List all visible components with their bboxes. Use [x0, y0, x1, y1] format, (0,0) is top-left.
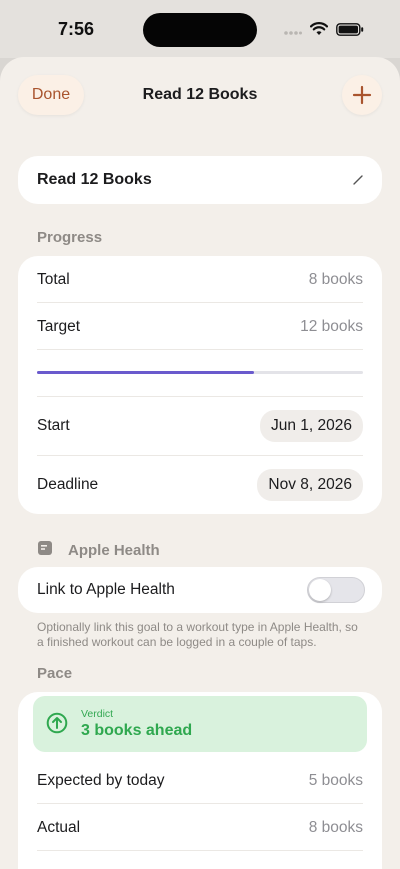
progress-card: Total 8 books Target 12 books Start Jun … — [18, 256, 382, 514]
arrow-up-circle-icon — [46, 712, 68, 739]
health-section-label: Apple Health — [68, 542, 160, 559]
actual-row: Actual 8 books — [37, 804, 363, 851]
total-row: Total 8 books — [37, 256, 363, 303]
add-button[interactable] — [342, 75, 382, 115]
nav-title: Read 12 Books — [142, 86, 258, 103]
progress-bar-fill — [37, 371, 255, 374]
expected-value: 5 books — [308, 771, 363, 789]
status-bar: 7:56 — [0, 0, 400, 58]
start-row: Start Jun 1, 2026 — [37, 397, 363, 455]
verdict-label: Verdict — [81, 708, 114, 720]
health-link-card: Link to Apple Health — [18, 567, 382, 613]
deadline-date-picker[interactable]: Nov 8, 2026 — [257, 469, 363, 501]
goal-name-text: Read 12 Books — [37, 171, 152, 188]
health-link-toggle[interactable] — [307, 577, 365, 603]
wifi-icon — [309, 22, 329, 41]
pace-section-label: Pace — [37, 665, 73, 682]
progress-bar — [37, 371, 363, 374]
goal-name-field[interactable]: Read 12 Books — [18, 156, 382, 204]
goal-detail-sheet: Done Read 12 Books Read 12 Books Progres… — [0, 57, 400, 869]
total-label: Total — [37, 270, 70, 288]
health-link-row: Link to Apple Health — [37, 567, 292, 613]
status-indicators — [284, 22, 364, 41]
expected-label: Expected by today — [37, 771, 165, 789]
verdict-banner: Verdict 3 books ahead — [33, 696, 367, 752]
start-label: Start — [37, 417, 70, 434]
expected-row: Expected by today 5 books — [37, 757, 363, 804]
total-value: 8 books — [308, 270, 363, 288]
status-time: 7:56 — [58, 19, 95, 39]
health-section-header: Apple Health — [37, 540, 160, 561]
progress-section-label: Progress — [37, 229, 103, 246]
verdict-text: 3 books ahead — [81, 722, 193, 739]
target-label: Target — [37, 317, 81, 335]
divider — [37, 850, 363, 851]
pace-card: Verdict 3 books ahead Expected by today … — [18, 692, 382, 869]
health-app-icon — [37, 540, 53, 561]
health-link-label: Link to Apple Health — [37, 581, 175, 598]
deadline-row: Deadline Nov 8, 2026 — [37, 456, 363, 514]
toggle-knob — [309, 579, 331, 601]
battery-icon — [336, 22, 364, 41]
actual-label: Actual — [37, 818, 81, 836]
target-value: 12 books — [300, 317, 363, 335]
actual-value: 8 books — [308, 818, 363, 836]
dynamic-island — [143, 13, 257, 47]
pencil-icon[interactable] — [352, 173, 364, 191]
divider — [37, 349, 363, 350]
nav-bar: Done Read 12 Books — [0, 57, 400, 133]
start-date-picker[interactable]: Jun 1, 2026 — [259, 410, 363, 442]
deadline-label: Deadline — [37, 476, 99, 493]
target-row: Target 12 books — [37, 303, 363, 350]
health-footnote: Optionally link this goal to a workout t… — [37, 620, 358, 649]
plus-icon — [352, 85, 372, 105]
cellular-signal-icon — [284, 23, 302, 41]
